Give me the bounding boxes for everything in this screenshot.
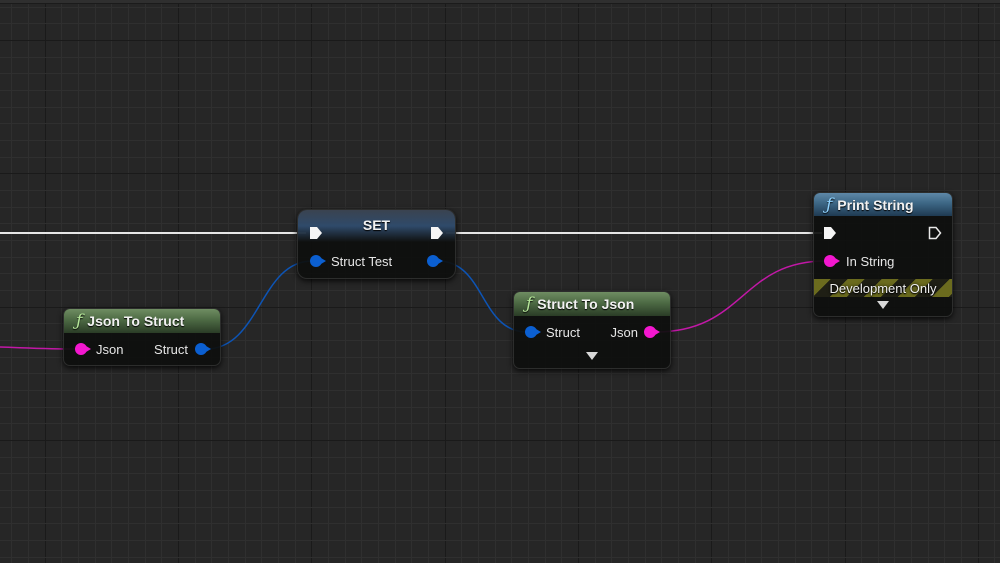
- json-output-label: Json: [610, 325, 638, 340]
- function-icon: ƒ: [76, 311, 83, 331]
- string-wire-struct-to-json-to-print[interactable]: [654, 260, 827, 333]
- set-node[interactable]: SET Struct Test: [297, 209, 456, 279]
- json-input-pin[interactable]: [75, 343, 91, 355]
- exec-out-pin[interactable]: [928, 226, 942, 240]
- struct-to-json-header: ƒ Struct To Json: [514, 292, 670, 316]
- in-string-label: In String: [846, 254, 895, 269]
- print-string-title: Print String: [837, 196, 914, 213]
- struct-test-input-pin[interactable]: [310, 255, 326, 267]
- expand-arrow-icon[interactable]: [586, 352, 598, 360]
- exec-out-pin[interactable]: [430, 226, 444, 240]
- struct-to-json-node[interactable]: ƒ Struct To Json Struct Json: [513, 291, 671, 369]
- set-node-title: SET: [362, 217, 391, 233]
- struct-to-json-title: Struct To Json: [537, 296, 635, 312]
- struct-output-pin[interactable]: [195, 343, 211, 355]
- json-to-struct-header: ƒ Json To Struct: [64, 309, 220, 333]
- function-icon: ƒ: [526, 294, 533, 314]
- exec-in-pin[interactable]: [309, 226, 323, 240]
- json-to-struct-title: Json To Struct: [87, 313, 185, 329]
- struct-input-pin[interactable]: [525, 326, 541, 338]
- json-output-pin[interactable]: [644, 326, 660, 338]
- struct-test-output-pin[interactable]: [427, 255, 443, 267]
- development-only-banner: Development Only: [814, 279, 952, 297]
- function-icon: ƒ: [826, 194, 833, 215]
- struct-input-label: Struct: [546, 325, 580, 340]
- print-string-node[interactable]: ƒ Print String In String Development Onl…: [813, 192, 953, 317]
- struct-output-label: Struct: [154, 342, 188, 357]
- json-input-label: Json: [96, 342, 124, 357]
- struct-wire-json-to-struct-to-set[interactable]: [205, 260, 313, 350]
- development-only-label: Development Only: [829, 280, 937, 296]
- expand-arrow-icon[interactable]: [877, 301, 889, 309]
- print-string-header: ƒ Print String: [814, 193, 952, 216]
- in-string-input-pin[interactable]: [824, 255, 840, 267]
- exec-in-pin[interactable]: [823, 226, 837, 240]
- struct-test-label: Struct Test: [331, 254, 393, 269]
- json-to-struct-node[interactable]: ƒ Json To Struct Json Struct: [63, 308, 221, 366]
